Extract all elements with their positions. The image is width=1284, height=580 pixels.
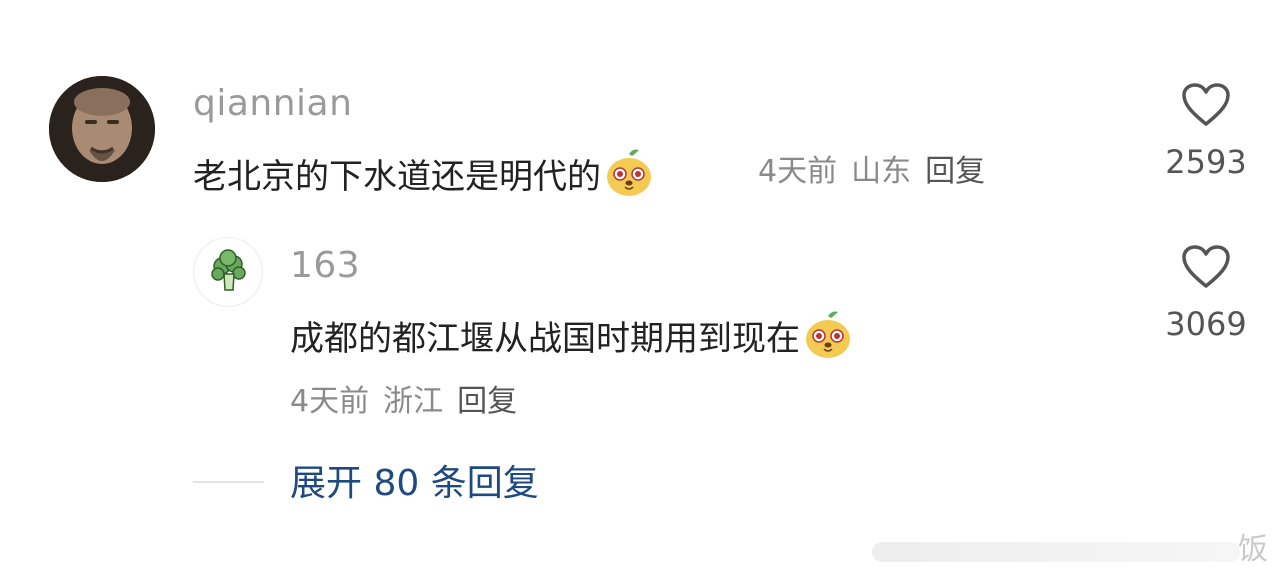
like-count: 2593 (1165, 143, 1247, 181)
avatar[interactable] (193, 237, 263, 307)
reply-time: 4天前 (290, 384, 370, 419)
broccoli-avatar-icon (211, 249, 246, 291)
avatar[interactable] (49, 76, 155, 182)
pear-smile-emoji-icon (603, 148, 655, 209)
comment-username[interactable]: qiannian (193, 84, 352, 124)
heart-icon[interactable] (1181, 82, 1231, 128)
comment-time: 4天前 (758, 154, 838, 189)
comment-location: 山东 (851, 154, 912, 189)
comment-meta: 4天前 山东 回复 (758, 152, 999, 192)
comment-body: 老北京的下水道还是明代的 (193, 157, 601, 197)
divider (193, 481, 264, 483)
reply-button[interactable]: 回复 (925, 154, 985, 189)
reply-meta: 4天前 浙江 回复 (290, 382, 531, 422)
expand-replies-button[interactable]: 展开 80 条回复 (290, 462, 539, 506)
man-portrait-avatar-icon (49, 76, 155, 182)
reply-username[interactable]: 163 (290, 246, 360, 286)
reply-button[interactable]: 回复 (457, 384, 517, 419)
like-button[interactable]: 2593 (1156, 82, 1256, 182)
heart-icon[interactable] (1181, 244, 1231, 290)
reply-location: 浙江 (383, 384, 444, 419)
watermark-text: 饭 (1238, 532, 1268, 567)
reply-text: 成都的都江堰从战国时期用到现在 (290, 310, 854, 371)
reply-body: 成都的都江堰从战国时期用到现在 (290, 319, 800, 359)
like-button[interactable]: 3069 (1156, 244, 1256, 344)
comment-text: 老北京的下水道还是明代的 (193, 148, 655, 209)
pear-smile-emoji-icon (802, 310, 854, 371)
like-count: 3069 (1165, 305, 1247, 343)
watermark-bar (872, 542, 1240, 562)
